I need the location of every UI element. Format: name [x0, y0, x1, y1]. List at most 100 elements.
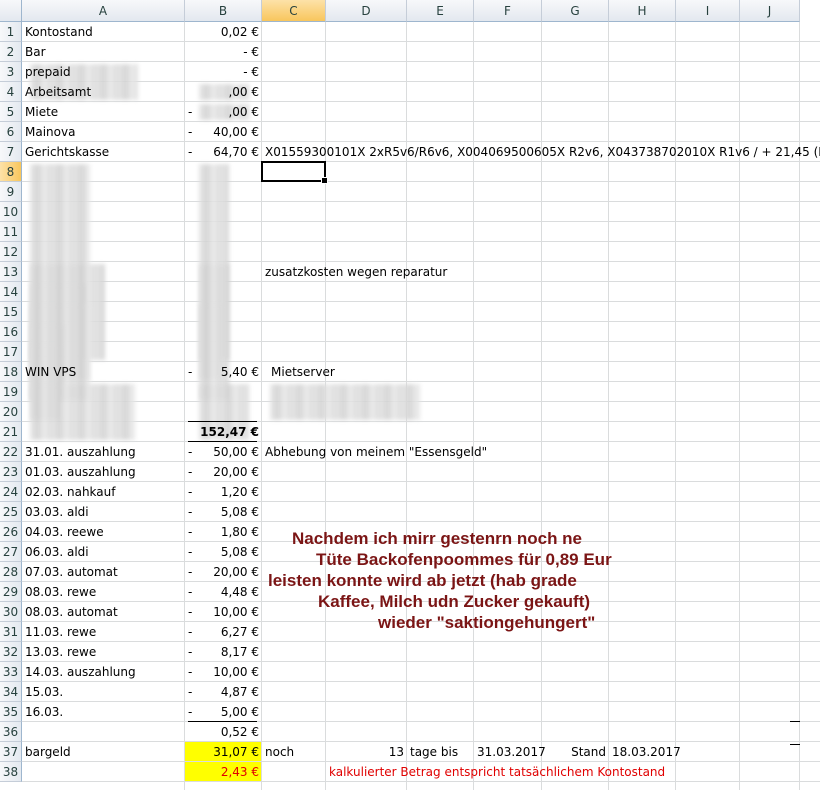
cell-a33[interactable]: 14.03. auszahlung: [22, 662, 185, 682]
row-header-32[interactable]: 32: [0, 642, 22, 662]
row-header-25[interactable]: 25: [0, 502, 22, 522]
cell-b36[interactable]: 0,52 €: [185, 722, 262, 742]
cell-b21[interactable]: 152,47 €: [185, 422, 262, 442]
row-header-29[interactable]: 29: [0, 582, 22, 602]
row-header-18[interactable]: 18: [0, 362, 22, 382]
active-cell-c8[interactable]: [261, 161, 328, 184]
column-header-a[interactable]: A: [22, 0, 185, 22]
cell-a4[interactable]: Arbeitsamt: [22, 82, 185, 102]
cell-a35[interactable]: 16.03.: [22, 702, 185, 722]
row-header-26[interactable]: 26: [0, 522, 22, 542]
column-header-e[interactable]: E: [407, 0, 474, 22]
cell-b35[interactable]: 5,00 €: [185, 702, 262, 722]
column-header-h[interactable]: H: [609, 0, 676, 22]
row-header-35[interactable]: 35: [0, 702, 22, 722]
column-header-c[interactable]: C: [262, 0, 326, 22]
row-header-13[interactable]: 13: [0, 262, 22, 282]
cell-b29[interactable]: 4,48 €: [185, 582, 262, 602]
cell-b1[interactable]: 0,02 €: [185, 22, 262, 42]
row-header-19[interactable]: 19: [0, 382, 22, 402]
cell-a23[interactable]: 01.03. auszahlung: [22, 462, 185, 482]
row-header-23[interactable]: 23: [0, 462, 22, 482]
row-header-2[interactable]: 2: [0, 42, 22, 62]
cell-a2[interactable]: Bar: [22, 42, 185, 62]
cell-e37[interactable]: tage bis: [407, 742, 474, 762]
cell-a37[interactable]: bargeld: [22, 742, 185, 762]
row-header-27[interactable]: 27: [0, 542, 22, 562]
cell-a18[interactable]: WIN VPS: [22, 362, 185, 382]
row-header-21[interactable]: 21: [0, 422, 22, 442]
cell-a7[interactable]: Gerichtskasse: [22, 142, 185, 162]
row-header-17[interactable]: 17: [0, 342, 22, 362]
cell-a5[interactable]: Miete: [22, 102, 185, 122]
cell-b2[interactable]: - €: [185, 42, 262, 62]
row-header-4[interactable]: 4: [0, 82, 22, 102]
cell-a1[interactable]: Kontostand: [22, 22, 185, 42]
cell-b31[interactable]: 6,27 €: [185, 622, 262, 642]
cell-b33[interactable]: 10,00 €: [185, 662, 262, 682]
row-header-24[interactable]: 24: [0, 482, 22, 502]
cell-d37[interactable]: 13: [326, 742, 407, 762]
cell-c13[interactable]: zusatzkosten wegen reparatur: [262, 262, 450, 282]
cell-a28[interactable]: 07.03. automat: [22, 562, 185, 582]
row-header-34[interactable]: 34: [0, 682, 22, 702]
row-header-3[interactable]: 3: [0, 62, 22, 82]
row-header-36[interactable]: 36: [0, 722, 22, 742]
cell-b28[interactable]: 20,00 €: [185, 562, 262, 582]
column-header-f[interactable]: F: [474, 0, 542, 22]
cell-b25[interactable]: 5,08 €: [185, 502, 262, 522]
row-header-37[interactable]: 37: [0, 742, 22, 762]
cell-c18[interactable]: Mietserver: [268, 362, 338, 382]
row-header-12[interactable]: 12: [0, 242, 22, 262]
row-header-8[interactable]: 8: [0, 162, 22, 182]
column-header-b[interactable]: B: [185, 0, 262, 22]
row-header-33[interactable]: 33: [0, 662, 22, 682]
select-all-corner[interactable]: [0, 0, 22, 22]
cell-b37[interactable]: 31,07 €: [185, 742, 262, 762]
row-header-5[interactable]: 5: [0, 102, 22, 122]
cell-grid[interactable]: Kontostand 0,02 € Bar - € prepaid - € Arbeitsa…: [22, 22, 820, 790]
cell-g37[interactable]: Stand: [542, 742, 609, 762]
cell-c37[interactable]: noch: [262, 742, 297, 762]
row-header-6[interactable]: 6: [0, 122, 22, 142]
row-header-11[interactable]: 11: [0, 222, 22, 242]
status-note[interactable]: kalkulierter Betrag entspricht tatsächli…: [326, 762, 668, 782]
cell-b26[interactable]: 1,80 €: [185, 522, 262, 542]
row-header-16[interactable]: 16: [0, 322, 22, 342]
cell-b5[interactable]: ,00 €: [185, 102, 262, 122]
cell-a34[interactable]: 15.03.: [22, 682, 185, 702]
cell-a26[interactable]: 04.03. reewe: [22, 522, 185, 542]
row-header-10[interactable]: 10: [0, 202, 22, 222]
row-header-14[interactable]: 14: [0, 282, 22, 302]
cell-a25[interactable]: 03.03. aldi: [22, 502, 185, 522]
column-header-j[interactable]: J: [740, 0, 800, 22]
row-header-20[interactable]: 20: [0, 402, 22, 422]
row-header-9[interactable]: 9: [0, 182, 22, 202]
row-header-31[interactable]: 31: [0, 622, 22, 642]
cell-h37[interactable]: 18.03.2017: [609, 742, 681, 762]
cell-a31[interactable]: 11.03. rewe: [22, 622, 185, 642]
row-header-30[interactable]: 30: [0, 602, 22, 622]
row-header-1[interactable]: 1: [0, 22, 22, 42]
cell-b18[interactable]: 5,40 €: [185, 362, 262, 382]
row-header-15[interactable]: 15: [0, 302, 22, 322]
cell-b3[interactable]: - €: [185, 62, 262, 82]
cell-b7[interactable]: 64,70 €: [185, 142, 262, 162]
column-header-d[interactable]: D: [326, 0, 407, 22]
cell-b6[interactable]: 40,00 €: [185, 122, 262, 142]
cell-b38[interactable]: 2,43 €: [185, 762, 262, 782]
cell-b32[interactable]: 8,17 €: [185, 642, 262, 662]
cell-a30[interactable]: 08.03. automat: [22, 602, 185, 622]
cell-a32[interactable]: 13.03. rewe: [22, 642, 185, 662]
cell-a6[interactable]: Mainova: [22, 122, 185, 142]
cell-f37[interactable]: 31.03.2017: [474, 742, 546, 762]
row-header-38[interactable]: 38: [0, 762, 22, 782]
cell-a3[interactable]: prepaid: [22, 62, 185, 82]
cell-b4[interactable]: ,00 €: [185, 82, 262, 102]
column-header-g[interactable]: G: [542, 0, 609, 22]
cell-b24[interactable]: 1,20 €: [185, 482, 262, 502]
cell-a24[interactable]: 02.03. nahkauf: [22, 482, 185, 502]
cell-a29[interactable]: 08.03. rewe: [22, 582, 185, 602]
cell-b22[interactable]: 50,00 €: [185, 442, 262, 462]
row-header-28[interactable]: 28: [0, 562, 22, 582]
